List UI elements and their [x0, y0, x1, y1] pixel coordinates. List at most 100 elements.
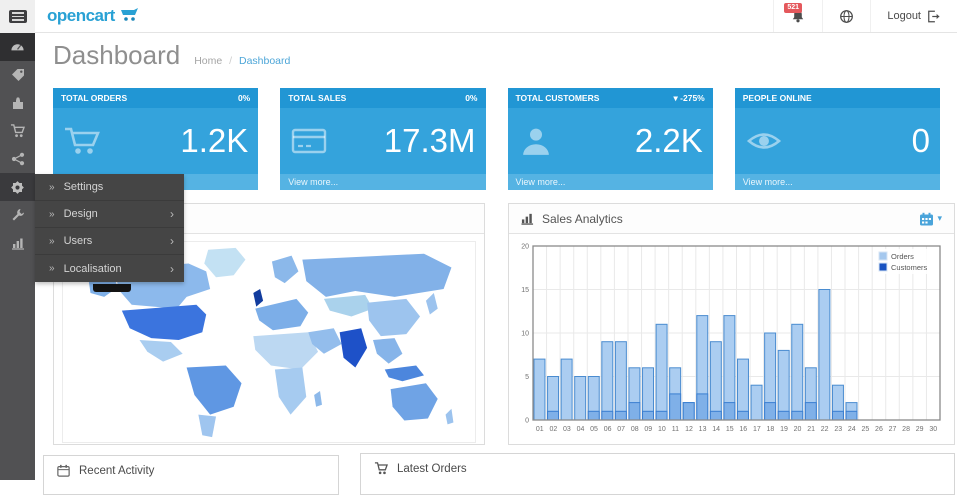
sales-analytics-panel: Sales Analytics ▾ 0102030405060708091011…: [508, 203, 955, 445]
svg-text:17: 17: [753, 426, 761, 433]
svg-text:02: 02: [549, 426, 557, 433]
sidebar-item-system[interactable]: [0, 173, 35, 201]
sidebar-item-dashboard[interactable]: [0, 33, 35, 61]
page-title: Dashboard: [53, 40, 180, 71]
logo-text: opencart: [47, 6, 115, 26]
svg-text:01: 01: [536, 426, 544, 433]
svg-text:13: 13: [699, 426, 707, 433]
double-chevron-icon: »: [49, 263, 55, 274]
latest-orders-panel: Latest Orders: [360, 453, 955, 495]
sidebar-item-marketing[interactable]: [0, 145, 35, 173]
breadcrumb-current-link[interactable]: Dashboard: [239, 55, 290, 67]
svg-text:15: 15: [521, 287, 529, 294]
svg-text:15: 15: [726, 426, 734, 433]
extensions-puzzle-icon: [11, 96, 25, 110]
svg-text:28: 28: [902, 426, 910, 433]
stat-tiles-row: TOTAL ORDERS 0% 1.2K View more... TOTAL …: [53, 88, 940, 190]
sidebar-item-extensions[interactable]: [0, 89, 35, 117]
sidebar-item-reports[interactable]: [0, 229, 35, 257]
tile-value: 0: [912, 122, 930, 160]
menu-toggle-icon: [9, 10, 27, 23]
date-range-dropdown[interactable]: ▾: [919, 212, 942, 226]
svg-text:21: 21: [807, 426, 815, 433]
bar-chart-icon: [521, 212, 534, 225]
caret-down-icon: ▾: [937, 213, 942, 224]
sales-analytics-chart: 0102030405060708091011121314151617181920…: [513, 238, 950, 438]
menu-item-label: Users: [64, 235, 161, 247]
chevron-right-icon: ›: [170, 234, 174, 248]
notifications-button[interactable]: 521: [773, 0, 822, 32]
svg-text:10: 10: [521, 331, 529, 338]
chevron-right-icon: ›: [170, 207, 174, 221]
tile-value: 17.3M: [384, 122, 476, 160]
tile-title: PEOPLE ONLINE: [743, 93, 812, 103]
eye-icon: [745, 127, 783, 155]
shopping-cart-icon: [63, 126, 101, 156]
double-chevron-icon: »: [49, 182, 55, 193]
tile-total-sales: TOTAL SALES 0% 17.3M View more...: [280, 88, 485, 190]
chevron-right-icon: ›: [170, 262, 174, 276]
cart-icon: [374, 462, 388, 475]
logout-label: Logout: [887, 10, 921, 22]
svg-text:24: 24: [848, 426, 856, 433]
map-region-russia[interactable]: [302, 254, 451, 297]
svg-text:03: 03: [563, 426, 571, 433]
menu-item-label: Localisation: [64, 263, 161, 275]
user-icon: [518, 126, 554, 156]
view-more-link[interactable]: View more...: [280, 174, 485, 190]
recent-activity-panel: Recent Activity: [43, 455, 339, 495]
menu-item-label: Settings: [64, 181, 174, 193]
sidebar-item-tools[interactable]: [0, 201, 35, 229]
svg-text:Customers: Customers: [891, 263, 928, 272]
view-more-link[interactable]: View more...: [735, 174, 940, 190]
menu-item-design[interactable]: » Design ›: [35, 201, 184, 228]
tile-percent-badge: ▾ -275%: [674, 93, 705, 104]
tile-title: TOTAL CUSTOMERS: [516, 93, 600, 103]
svg-text:06: 06: [604, 426, 612, 433]
sales-cart-icon: [10, 124, 25, 138]
svg-text:19: 19: [780, 426, 788, 433]
menu-shadow-tab: [93, 284, 131, 292]
breadcrumb-home-link[interactable]: Home: [194, 55, 222, 67]
view-more-link[interactable]: View more...: [508, 174, 713, 190]
svg-text:05: 05: [590, 426, 598, 433]
sidebar-nav: [0, 33, 35, 480]
menu-item-users[interactable]: » Users ›: [35, 228, 184, 255]
svg-text:26: 26: [875, 426, 883, 433]
system-flyout-menu: » Settings » Design › » Users › » Locali…: [35, 174, 184, 282]
svg-text:10: 10: [658, 426, 666, 433]
svg-text:5: 5: [525, 374, 529, 381]
tile-title: TOTAL SALES: [288, 93, 346, 103]
top-right-actions: 521 Logout: [773, 0, 957, 32]
svg-text:09: 09: [644, 426, 652, 433]
tile-title: TOTAL ORDERS: [61, 93, 127, 103]
svg-text:30: 30: [929, 426, 937, 433]
tile-people-online: PEOPLE ONLINE 0 View more...: [735, 88, 940, 190]
svg-text:04: 04: [577, 426, 585, 433]
svg-text:Orders: Orders: [891, 252, 914, 261]
sidebar-item-sales[interactable]: [0, 117, 35, 145]
svg-text:29: 29: [916, 426, 924, 433]
panel-title: Latest Orders: [397, 463, 467, 475]
svg-text:27: 27: [889, 426, 897, 433]
svg-text:14: 14: [712, 426, 720, 433]
tile-total-customers: TOTAL CUSTOMERS ▾ -275% 2.2K View more..…: [508, 88, 713, 190]
caret-down-icon: ▾: [674, 93, 678, 103]
svg-text:0: 0: [525, 418, 529, 425]
logout-button[interactable]: Logout: [870, 0, 957, 32]
svg-text:16: 16: [739, 426, 747, 433]
opencart-logo[interactable]: opencart: [35, 0, 154, 32]
logout-icon: [927, 10, 941, 23]
menu-item-localisation[interactable]: » Localisation ›: [35, 255, 184, 282]
menu-item-settings[interactable]: » Settings: [35, 174, 184, 201]
language-button[interactable]: [822, 0, 870, 32]
svg-text:11: 11: [672, 426, 679, 433]
menu-toggle-button[interactable]: [0, 0, 35, 33]
svg-text:20: 20: [794, 426, 802, 433]
tile-value: 1.2K: [180, 122, 248, 160]
svg-text:08: 08: [631, 426, 639, 433]
credit-card-icon: [290, 126, 328, 156]
page-header: Dashboard Home / Dashboard: [53, 40, 290, 71]
sidebar-item-catalog[interactable]: [0, 61, 35, 89]
svg-text:20: 20: [521, 244, 529, 251]
